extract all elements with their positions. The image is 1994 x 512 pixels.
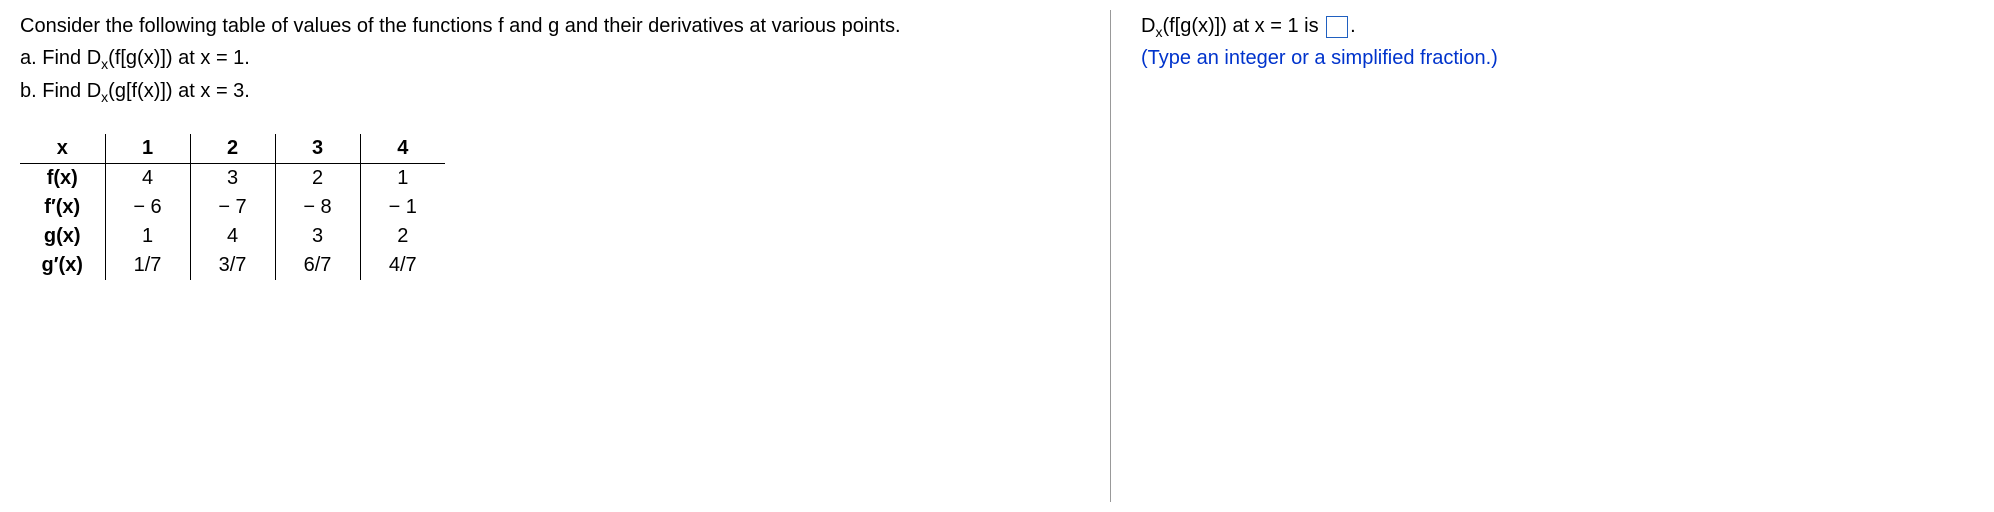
row-label: f′(x)	[20, 193, 105, 222]
table-row: f′(x) − 6 − 7 − 8 − 1	[20, 193, 445, 222]
cell: 2	[275, 163, 360, 193]
table-row: f(x) 4 3 2 1	[20, 163, 445, 193]
values-table: x 1 2 3 4 f(x) 4 3 2 1 f′(x) − 6 − 7 − 8…	[20, 134, 445, 280]
row-label: g(x)	[20, 222, 105, 251]
row-label: f(x)	[20, 163, 105, 193]
part-b: b. Find Dx(g[f(x)]) at x = 3.	[20, 75, 1090, 108]
answer-prompt: Dx(f[g(x)]) at x = 1 is .	[1141, 10, 1974, 43]
part-a: a. Find Dx(f[g(x)]) at x = 1.	[20, 42, 1090, 75]
cell: 3	[275, 222, 360, 251]
table-row: g′(x) 1/7 3/7 6/7 4/7	[20, 251, 445, 280]
header-1: 1	[105, 134, 190, 164]
header-2: 2	[190, 134, 275, 164]
cell: 4	[105, 163, 190, 193]
intro-text: Consider the following table of values o…	[20, 10, 1090, 42]
problem-panel: Consider the following table of values o…	[20, 10, 1110, 502]
table-row: g(x) 1 4 3 2	[20, 222, 445, 251]
cell: − 6	[105, 193, 190, 222]
table-header-row: x 1 2 3 4	[20, 134, 445, 164]
header-x: x	[20, 134, 105, 164]
answer-input[interactable]	[1326, 16, 1348, 38]
cell: − 8	[275, 193, 360, 222]
cell: 2	[360, 222, 445, 251]
answer-instruction: (Type an integer or a simplified fractio…	[1141, 47, 1974, 70]
cell: 1	[105, 222, 190, 251]
row-label: g′(x)	[20, 251, 105, 280]
cell: 1	[360, 163, 445, 193]
cell: 3	[190, 163, 275, 193]
cell: 4/7	[360, 251, 445, 280]
cell: 4	[190, 222, 275, 251]
problem-statement: Consider the following table of values o…	[20, 10, 1090, 109]
cell: 6/7	[275, 251, 360, 280]
answer-panel: Dx(f[g(x)]) at x = 1 is . (Type an integ…	[1110, 10, 1974, 502]
cell: 3/7	[190, 251, 275, 280]
cell: − 1	[360, 193, 445, 222]
cell: 1/7	[105, 251, 190, 280]
header-4: 4	[360, 134, 445, 164]
header-3: 3	[275, 134, 360, 164]
cell: − 7	[190, 193, 275, 222]
